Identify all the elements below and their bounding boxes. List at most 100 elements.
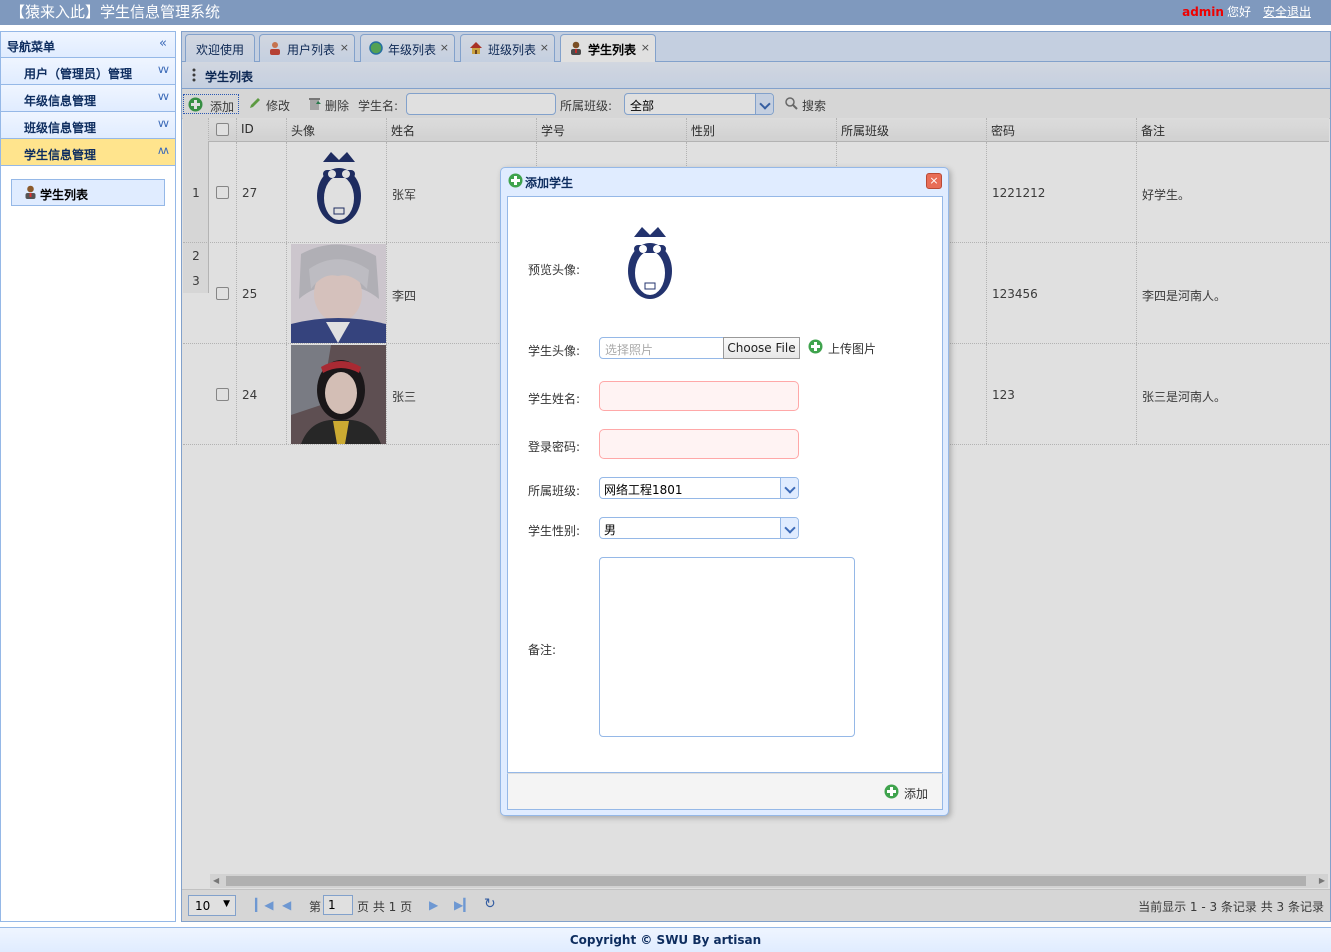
col-name[interactable]: 姓名 [387,118,537,142]
tab-label: 用户列表 [287,43,336,57]
row-checkbox[interactable] [216,287,229,300]
close-icon[interactable]: × [340,41,349,54]
col-class[interactable]: 所属班级 [837,118,987,142]
student-name-search-input[interactable] [406,93,556,115]
password-value: 123456 [992,287,1038,301]
add-button[interactable]: 添加 [183,94,239,114]
tab-user-list[interactable]: 用户列表 × [259,34,355,62]
row-checkbox[interactable] [216,388,229,401]
girl-photo-avatar [291,345,386,444]
remark-value: 好学生。 [1142,188,1191,202]
expand-icon: ∨∨ [156,63,170,76]
col-sn[interactable]: 学号 [537,118,687,142]
gender-select[interactable]: 男 [599,517,799,539]
remark-cell: 李四是河南人。 [1137,243,1329,343]
delete-button[interactable]: 删除 [305,94,355,114]
page-number-input[interactable]: 1 [323,895,353,915]
refresh-icon[interactable]: ↻ [484,896,496,912]
choose-file-button[interactable]: Choose File [723,337,800,359]
row-select-cell [209,142,237,242]
last-page-icon[interactable]: ▶▎ [454,898,472,912]
next-page-icon[interactable]: ▶ [429,898,438,912]
col-remark[interactable]: 备注 [1137,118,1329,142]
row-checkbox[interactable] [216,186,229,199]
scroll-right-icon[interactable]: ▶ [1319,876,1325,885]
tab-label: 学生列表 [588,43,637,57]
grid-header: ID 头像 姓名 学号 性别 所属班级 密码 备注 [183,118,1329,142]
class-filter-select[interactable]: 全部 [624,93,774,115]
avatar-cell [287,142,387,242]
sidebar-item-grade[interactable]: 年级信息管理 ∨∨ [1,85,175,112]
page-suffix: 页 共 1 页 [357,900,413,914]
preview-avatar-label: 预览头像: [528,263,581,277]
chevron-down-icon [755,94,773,114]
page-number-value: 1 [328,898,336,912]
class-filter-label: 所属班级: [560,99,613,113]
password-label: 登录密码: [528,440,581,454]
search-button[interactable]: 搜索 [782,94,832,114]
sidebar-item-label: 用户（管理员）管理 [24,67,133,81]
upload-button[interactable]: 上传图片 [808,339,876,357]
gender-label: 学生性别: [528,524,581,538]
edit-button[interactable]: 修改 [246,94,296,114]
anime-avatar [291,244,386,343]
sidebar-header: 导航菜单 « [1,32,175,58]
student-icon [571,41,581,55]
toolbar: 添加 修改 删除 学生名: 所属班级: 全部 搜索 [182,89,1330,119]
scroll-thumb[interactable] [226,876,1306,886]
prev-page-icon[interactable]: ◀ [282,898,291,912]
greeting: 您好 [1226,5,1251,19]
row-select-cell [209,344,237,444]
chevron-down-icon [780,518,798,538]
student-name-label: 学生名: [358,99,399,113]
user-area: admin 您好 安全退出 [1182,3,1311,20]
col-gender[interactable]: 性别 [687,118,837,142]
remark-textarea[interactable] [599,557,855,737]
col-id[interactable]: ID [237,118,287,142]
class-select-value: 网络工程1801 [604,483,683,497]
close-icon[interactable]: × [926,173,942,189]
tab-welcome[interactable]: 欢迎使用 [185,34,255,62]
logout-link[interactable]: 安全退出 [1263,5,1311,19]
student-icon [25,185,36,199]
copyright-text: Copyright © SWU By artisan [569,933,762,947]
sidebar-item-class[interactable]: 班级信息管理 ∨∨ [1,112,175,139]
col-avatar[interactable]: 头像 [287,118,387,142]
id-value: 24 [242,388,258,402]
sidebar-item-user-admin[interactable]: 用户（管理员）管理 ∨∨ [1,58,175,85]
tab-class-list[interactable]: 班级列表 × [460,34,555,62]
admin-name: admin [1182,5,1224,19]
dialog-body: 预览头像: 学生头像: 选择照片 Choose File 上传图片 学生姓名: … [507,196,943,773]
pagination-bar: 10 ▼ ▎◀ ◀ 第 1 页 共 1 页 ▶ ▶▎ ↻ 当前显示 1 - 3 … [182,889,1330,921]
user-icon [270,42,280,55]
class-filter-value: 全部 [630,99,655,113]
student-name-field[interactable] [599,381,799,411]
dropdown-arrow-icon: ▼ [223,899,230,909]
photo-file-input[interactable]: 选择照片 Choose File [599,337,800,359]
avatar-cell [287,243,387,343]
delete-icon [309,98,321,110]
class-select[interactable]: 网络工程1801 [599,477,799,499]
student-name-label: 学生姓名: [528,392,581,406]
submit-add-button[interactable]: 添加 [884,784,932,802]
close-icon[interactable]: × [540,41,549,54]
app-header: 【猿来入此】学生信息管理系统 admin 您好 安全退出 [0,0,1331,25]
password-field[interactable] [599,429,799,459]
name-value: 李四 [392,289,417,303]
scroll-left-icon[interactable]: ◀ [213,876,219,885]
tab-grade-list[interactable]: 年级列表 × [360,34,455,62]
first-page-icon[interactable]: ▎◀ [255,898,273,912]
col-password[interactable]: 密码 [987,118,1137,142]
close-icon[interactable]: × [440,41,449,54]
sidebar-item-student-list[interactable]: 学生列表 [11,179,165,206]
password-value: 1221212 [992,186,1046,200]
horizontal-scrollbar[interactable]: ◀ ▶ [210,874,1328,888]
page-size-select[interactable]: 10 ▼ [188,895,236,916]
sidebar-item-student[interactable]: 学生信息管理 ∧∧ [1,139,175,166]
close-icon[interactable]: × [641,41,650,54]
tab-bar: 欢迎使用 用户列表 × 年级列表 × 班级列表 × 学生列表 × [182,32,1330,63]
select-all-checkbox[interactable] [216,123,229,136]
tab-student-list[interactable]: 学生列表 × [560,34,656,63]
id-cell: 25 [237,243,287,343]
collapse-left-icon[interactable]: « [159,36,167,51]
